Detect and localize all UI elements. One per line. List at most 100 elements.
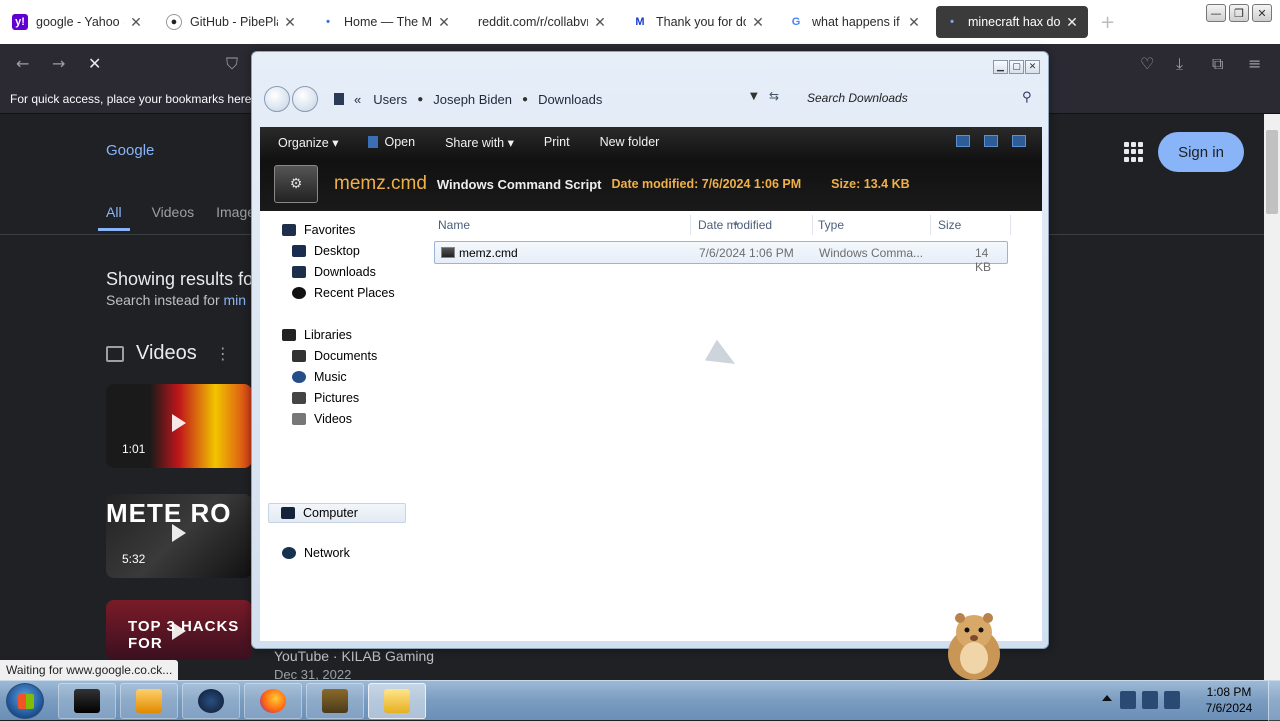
tab-malwarebytes[interactable]: M Thank you for dow ✕ [624, 6, 774, 38]
close-icon[interactable]: ✕ [436, 14, 452, 31]
column-type[interactable]: Type [818, 218, 844, 232]
nav-music[interactable]: Music [292, 370, 347, 384]
maximize-icon[interactable]: ▢ [1009, 60, 1024, 74]
breadcrumb-downloads[interactable]: Downloads [538, 92, 602, 107]
minimize-icon[interactable]: — [1206, 4, 1226, 22]
nav-downloads[interactable]: Downloads [292, 265, 376, 279]
print-button[interactable]: Print [544, 135, 570, 150]
tab-images[interactable]: Image [216, 204, 255, 231]
open-button[interactable]: Open [368, 135, 415, 150]
help-icon[interactable] [1012, 135, 1026, 147]
back-button[interactable] [264, 86, 290, 112]
status-bar: Waiting for www.google.co.ck... [0, 660, 179, 680]
google-logo[interactable]: Google [106, 142, 154, 159]
forward-icon[interactable]: → [52, 54, 65, 73]
taskbar-cmd[interactable] [58, 683, 116, 719]
bookmarks-hint: For quick access, place your bookmarks h… [10, 92, 262, 106]
breadcrumb-separator-icon[interactable]: ● [522, 94, 528, 105]
more-options-icon[interactable]: ⋮ [215, 344, 231, 364]
monitor-tray-icon[interactable] [1142, 691, 1158, 709]
show-desktop-button[interactable] [1268, 681, 1280, 721]
video-thumbnail[interactable]: METE RO 5:32 [106, 494, 252, 578]
chevron-down-icon[interactable]: ▼ [750, 91, 758, 102]
column-size[interactable]: Size [938, 218, 961, 232]
close-icon[interactable]: ✕ [750, 14, 766, 31]
new-tab-icon[interactable]: + [1100, 12, 1115, 33]
desktop-icon [292, 245, 306, 257]
clock[interactable]: 1:08 PM 7/6/2024 [1196, 684, 1262, 716]
file-size: 14 KB [975, 246, 992, 274]
pocket-icon[interactable]: ♡ [1140, 54, 1154, 73]
taskbar-explorer[interactable] [368, 683, 426, 719]
column-date-modified[interactable]: Date modified [698, 218, 772, 232]
close-icon[interactable]: ✕ [1025, 60, 1040, 74]
close-icon[interactable]: ✕ [1064, 14, 1080, 31]
view-icon[interactable] [956, 135, 970, 147]
video-thumbnail[interactable]: TOP 3 HACKS FOR [106, 600, 252, 660]
nav-videos[interactable]: Videos [292, 412, 352, 426]
downloads-icon[interactable]: ⤓ [1176, 54, 1183, 74]
file-row[interactable]: memz.cmd 7/6/2024 1:06 PM Windows Comma.… [434, 241, 1008, 274]
tab-all[interactable]: All [98, 204, 130, 231]
tab-minecraft-active[interactable]: • minecraft hax dow ✕ [936, 6, 1088, 38]
tab-github[interactable]: ● GitHub - PibePlay ✕ [158, 6, 306, 38]
tab-title: GitHub - PibePlay [190, 15, 278, 29]
taskbar-media-player[interactable] [120, 683, 178, 719]
nav-recent-places[interactable]: Recent Places [292, 286, 395, 300]
tab-videos[interactable]: Videos [152, 204, 195, 231]
tab-google-search[interactable]: G what happens if y ✕ [780, 6, 930, 38]
nav-desktop[interactable]: Desktop [292, 244, 360, 258]
page-scrollbar-thumb[interactable] [1266, 130, 1278, 214]
close-icon[interactable]: ✕ [128, 14, 144, 31]
music-icon [292, 371, 306, 383]
breadcrumb-separator-icon[interactable]: ● [417, 94, 423, 105]
nav-documents[interactable]: Documents [292, 349, 377, 363]
nav-libraries[interactable]: Libraries [282, 328, 352, 342]
search-input[interactable]: Search Downloads [807, 91, 908, 105]
tab-reddit[interactable]: reddit.com/r/collabvn ✕ [466, 6, 616, 38]
taskbar-firefox[interactable] [244, 683, 302, 719]
search-tabs: All Videos Image [98, 204, 255, 231]
start-button[interactable] [6, 683, 44, 719]
new-folder-button[interactable]: New folder [600, 135, 660, 150]
column-name[interactable]: Name [438, 218, 470, 232]
refresh-icon[interactable]: ⇆ [769, 89, 779, 103]
nav-pictures[interactable]: Pictures [292, 391, 359, 405]
nav-computer[interactable]: Computer [268, 503, 406, 523]
tab-yahoo[interactable]: y! google - Yahoo Se ✕ [4, 6, 152, 38]
nav-network[interactable]: Network [282, 546, 350, 560]
chevron-double-icon[interactable]: « [354, 92, 361, 107]
breadcrumb-user[interactable]: Joseph Biden [433, 92, 512, 107]
minimize-icon[interactable]: ▁ [993, 60, 1008, 74]
chevron-up-icon[interactable] [1102, 695, 1112, 701]
preview-pane-icon[interactable] [984, 135, 998, 147]
cmd-icon [74, 689, 100, 713]
search-instead-link[interactable]: min [224, 292, 247, 308]
back-icon[interactable]: ← [16, 54, 29, 73]
extensions-icon[interactable]: ⧉ [1212, 54, 1223, 74]
video-thumbnail[interactable]: 1:01 [106, 384, 252, 468]
stop-icon[interactable]: ✕ [88, 54, 101, 73]
close-icon[interactable]: ✕ [592, 14, 608, 31]
restore-icon[interactable]: ❐ [1229, 4, 1249, 22]
search-icon[interactable]: ⚲ [1022, 90, 1032, 105]
breadcrumb-users[interactable]: Users [373, 92, 407, 107]
taskbar-bonzi[interactable] [306, 683, 364, 719]
share-with-button[interactable]: Share with ▾ [445, 135, 514, 150]
close-icon[interactable]: ✕ [906, 14, 922, 31]
file-type: Windows Comma... [819, 246, 924, 260]
shield-icon[interactable]: ⛉ [226, 54, 238, 74]
network-tray-icon[interactable] [1120, 691, 1136, 709]
menu-icon[interactable]: ≡ [1248, 54, 1261, 73]
close-icon[interactable]: ✕ [282, 14, 298, 31]
apps-grid-icon[interactable] [1124, 142, 1144, 162]
organize-button[interactable]: Organize ▾ [278, 135, 338, 150]
taskbar-app[interactable] [182, 683, 240, 719]
tab-home[interactable]: • Home — The Me ✕ [312, 6, 460, 38]
sign-in-button[interactable]: Sign in [1158, 132, 1244, 172]
close-icon[interactable]: ✕ [1252, 4, 1272, 22]
nav-favorites[interactable]: Favorites [282, 223, 355, 237]
media-player-icon [136, 689, 162, 713]
forward-button[interactable] [292, 86, 318, 112]
volume-icon[interactable] [1164, 691, 1180, 709]
